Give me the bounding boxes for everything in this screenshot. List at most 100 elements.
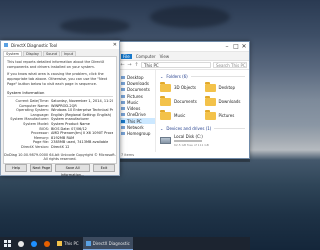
save-all-information-button[interactable]: Save All Information... [55, 164, 90, 177]
network-icon [121, 126, 125, 130]
explorer-title-bar[interactable]: – □ ✕ [118, 42, 249, 52]
downloads-icon [121, 81, 125, 85]
dialog-intro-text: If you know what area is causing the pro… [7, 72, 108, 86]
drive-usage-bar [174, 140, 202, 142]
explorer-ribbon: File Computer View [118, 52, 249, 61]
system-tab-panel: This tool reports detailed information a… [3, 56, 117, 164]
minimize-icon[interactable]: – [223, 43, 231, 50]
ribbon-tab-view[interactable]: View [160, 54, 170, 59]
taskbar: This PC DirectX Diagnostic [0, 237, 250, 250]
computer-icon [121, 119, 125, 123]
homegroup-icon [121, 132, 125, 136]
videos-icon [121, 107, 125, 111]
folder-name: Music [174, 113, 186, 118]
tab-sound[interactable]: Sound [42, 51, 60, 56]
folder-tile[interactable]: Pictures [204, 109, 246, 121]
sidebar-item-label: This PC [127, 118, 142, 124]
drives-group-header[interactable]: ⌄ Devices and drives (1) [160, 125, 245, 131]
folder-icon [204, 95, 216, 106]
tab-display[interactable]: Display [23, 51, 42, 56]
maximize-icon[interactable]: □ [232, 43, 240, 50]
explorer-status-bar: 7 items [118, 152, 249, 158]
sidebar-item[interactable]: Homegroup [118, 131, 155, 137]
folder-icon [160, 95, 171, 106]
sidebar-item-label: Network [127, 125, 144, 131]
firefox-icon [43, 240, 50, 247]
drives-heading: Devices and drives (1) [166, 125, 212, 131]
dialog-buttons: Help Next Page Save All Information... E… [5, 164, 115, 177]
taskbar-button[interactable]: DirectX Diagnostic [82, 237, 133, 250]
documents-icon [121, 88, 125, 92]
dxdiag-app-icon [4, 43, 8, 47]
system-info-list: Current Date/Time: Saturday, November 1, … [7, 99, 113, 150]
taskbar-button[interactable] [40, 237, 53, 250]
sidebar-item-label: Downloads [127, 80, 149, 86]
folder-icon [204, 109, 216, 120]
folders-grid: 3D Objects Desktop Documents Downloads Music… [160, 81, 246, 121]
close-icon[interactable]: ✕ [113, 41, 117, 49]
sidebar-item-label: Videos [127, 106, 141, 112]
tab-input[interactable]: Input [61, 51, 77, 56]
folder-tile[interactable]: Desktop [204, 81, 246, 93]
folder-name: Desktop [218, 85, 236, 90]
chevron-down-icon: ⌄ [160, 125, 164, 131]
tab-system[interactable]: System [3, 51, 23, 56]
up-arrow-icon[interactable]: ↑ [134, 62, 139, 68]
dialog-title-bar[interactable]: DirectX Diagnostic Tool ✕ [1, 41, 119, 49]
folder-name: Downloads [218, 99, 241, 104]
dialog-footer-text: DxDiag 10.00.9879.0000 64-bit Unicode Co… [4, 153, 116, 161]
desktop-icon [121, 75, 125, 79]
help-button[interactable]: Help [5, 164, 28, 172]
navigation-pane: Desktop Downloads Documents Pictures Music Vi… [118, 70, 156, 158]
folder-icon [160, 81, 171, 92]
file-explorer-window[interactable]: – □ ✕ File Computer View ← → ↑ This PC S… [117, 41, 250, 159]
forward-arrow-icon[interactable]: → [127, 62, 132, 68]
taskbar-button-label: DirectX Diagnostic [92, 240, 130, 246]
folders-heading: Folders (6) [166, 73, 188, 79]
system-info-row: DirectX Version: DirectX 12 [7, 145, 113, 150]
folder-icon [160, 109, 171, 120]
exit-button[interactable]: Exit [92, 164, 115, 172]
start-button[interactable] [0, 237, 14, 250]
explorer-body: Desktop Downloads Documents Pictures Music Vi… [118, 70, 249, 158]
folders-group-header[interactable]: ⌄ Folders (6) [160, 73, 245, 79]
explorer-content: ⌄ Folders (6) 3D Objects Desktop Documents… [156, 70, 249, 158]
sidebar-item-label: Pictures [127, 93, 143, 99]
section-title: System Information [7, 90, 45, 95]
next-page-button[interactable]: Next Page [30, 164, 53, 172]
search-input[interactable]: Search This PC [213, 62, 247, 68]
sidebar-item-label: Homegroup [127, 131, 151, 137]
drive-tile[interactable]: Local Disk (C:) 62.5 GB free of 111 GB [160, 134, 245, 147]
taskbar-button[interactable] [14, 237, 27, 250]
music-icon [121, 100, 125, 104]
sidebar-item-label: Desktop [127, 74, 144, 80]
dialog-title: DirectX Diagnostic Tool [11, 42, 58, 48]
wallpaper-cloud [60, 18, 130, 34]
search-icon [17, 240, 24, 247]
dialog-intro-text: This tool reports detailed information a… [7, 60, 105, 69]
drive-free-space: 62.5 GB free of 111 GB [174, 143, 209, 147]
dxdiag-dialog[interactable]: DirectX Diagnostic Tool ✕ System Display… [0, 40, 120, 177]
ribbon-tab-file[interactable]: File [121, 53, 132, 59]
folder-tile[interactable]: 3D Objects [160, 81, 201, 93]
sidebar-item-label: OneDrive [127, 112, 146, 118]
explorer-address-row: ← → ↑ This PC Search This PC [118, 61, 249, 70]
sidebar-item-label: Documents [127, 87, 150, 93]
ribbon-tab-computer[interactable]: Computer [136, 54, 156, 59]
divider [190, 75, 245, 77]
taskbar-button[interactable]: This PC [54, 237, 82, 250]
back-arrow-icon[interactable]: ← [120, 62, 125, 68]
folder-tile[interactable]: Downloads [204, 95, 246, 107]
close-icon[interactable]: ✕ [240, 43, 248, 50]
folder-name: 3D Objects [174, 85, 197, 90]
folder-icon [57, 241, 62, 246]
sidebar-item-label: Music [127, 99, 139, 105]
cloud-icon [121, 113, 125, 117]
address-bar[interactable]: This PC [141, 62, 211, 68]
folder-tile[interactable]: Music [160, 109, 201, 121]
folder-tile[interactable]: Documents [160, 95, 201, 107]
taskbar-button[interactable] [27, 237, 40, 250]
windows-logo-icon [3, 240, 11, 247]
divider [7, 96, 113, 97]
drive-name: Local Disk (C:) [174, 134, 203, 139]
